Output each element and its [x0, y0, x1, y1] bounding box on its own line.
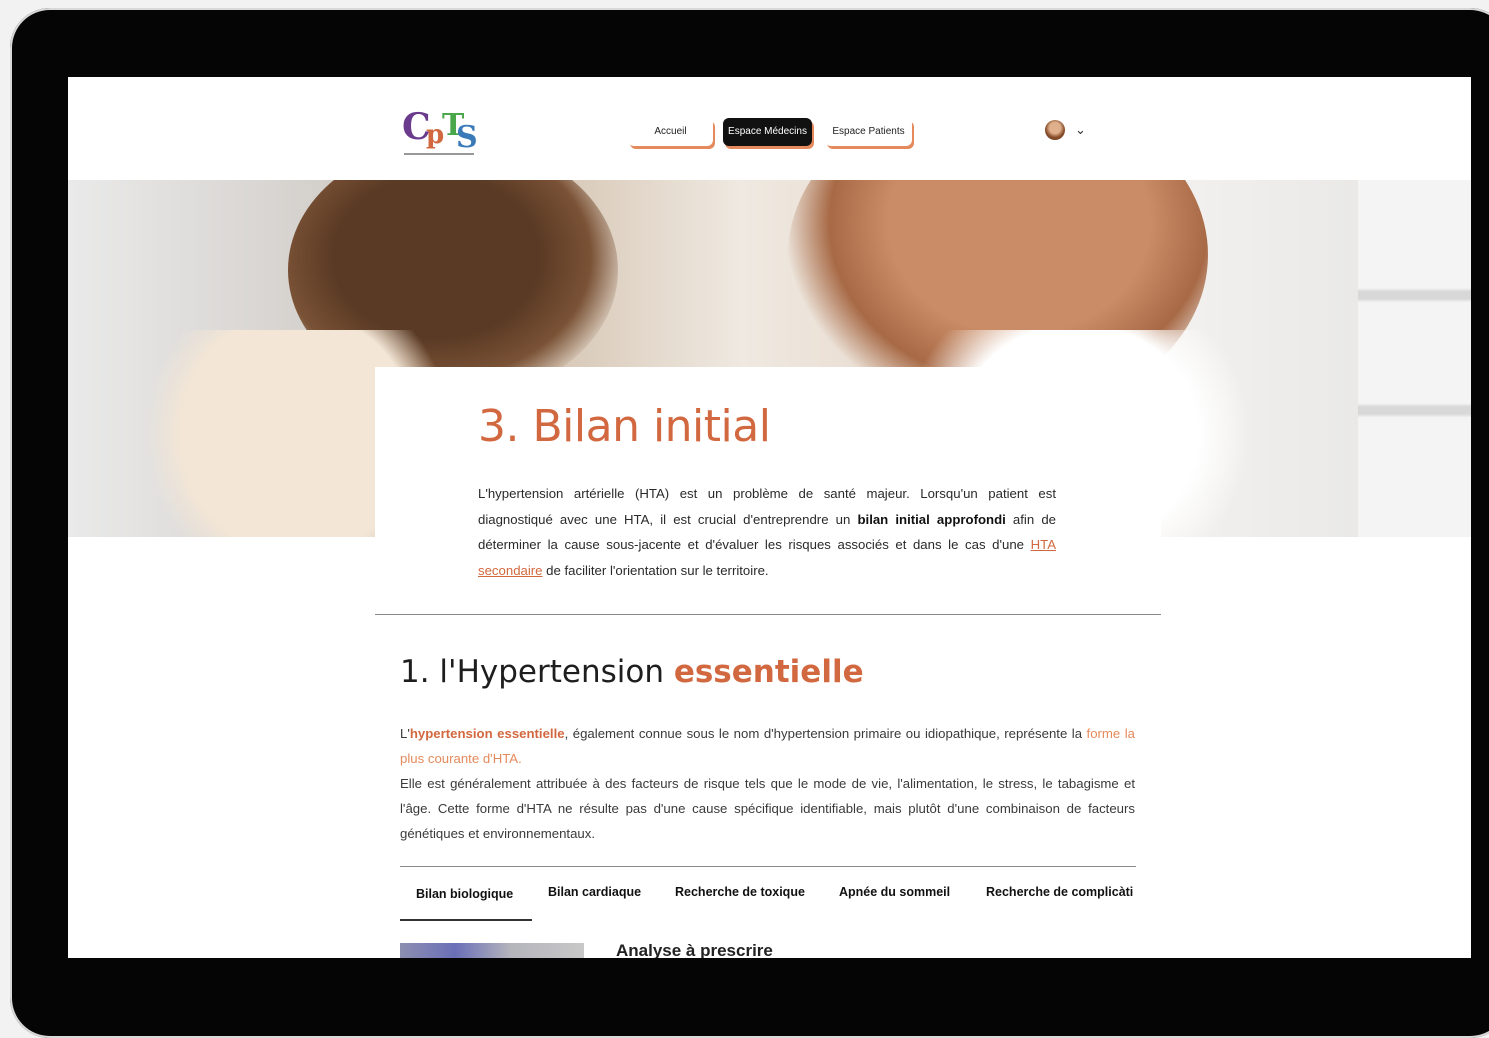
- body-start: L': [400, 726, 410, 741]
- nav-accueil[interactable]: Accueil: [628, 118, 713, 146]
- tab-apnee-sommeil[interactable]: Apnée du sommeil: [839, 885, 950, 899]
- nav-espace-medecins[interactable]: Espace Médecins: [723, 118, 812, 146]
- hero-shelf: [1358, 180, 1471, 537]
- avatar[interactable]: [1045, 120, 1065, 140]
- site-header: C p T S Accueil Espace Médecins Espace P…: [68, 77, 1471, 180]
- panel-image: [400, 943, 584, 958]
- section-title: 1. l'Hypertension essentielle: [400, 654, 864, 690]
- section-title-accent: essentielle: [673, 654, 864, 690]
- panel-title: Analyse à prescrire: [616, 941, 773, 958]
- body-paragraph-2: Elle est généralement attribuée à des fa…: [400, 776, 1135, 841]
- section-body: L'hypertension essentielle, également co…: [400, 721, 1135, 846]
- section-divider: [375, 614, 1161, 615]
- nav-espace-patients[interactable]: Espace Patients: [825, 118, 912, 146]
- intro-paragraph: L'hypertension artérielle (HTA) est un p…: [478, 481, 1056, 583]
- body-rest: , également connue sous le nom d'hyperte…: [564, 726, 1087, 741]
- page-title: 3. Bilan initial: [478, 401, 771, 452]
- active-tab-underline: [400, 919, 532, 921]
- laptop-frame: C p T S Accueil Espace Médecins Espace P…: [10, 8, 1489, 1038]
- tab-recherche-complications[interactable]: Recherche de complicàti: [986, 885, 1133, 899]
- section-title-prefix: 1. l'Hypertension: [400, 654, 674, 690]
- tab-recherche-toxique[interactable]: Recherche de toxique: [675, 885, 805, 899]
- intro-text-3: de faciliter l'orientation sur le territ…: [542, 562, 769, 578]
- intro-bold: bilan initial approfondi: [857, 511, 1006, 527]
- browser-screen: C p T S Accueil Espace Médecins Espace P…: [68, 77, 1471, 958]
- body-highlight: hypertension essentielle: [409, 726, 565, 741]
- tab-bilan-cardiaque[interactable]: Bilan cardiaque: [548, 885, 641, 899]
- tabs-divider: [400, 866, 1136, 867]
- intro-card: 3. Bilan initial L'hypertension artériel…: [375, 367, 1161, 667]
- tab-bar: Bilan biologique Bilan cardiaque Recherc…: [400, 877, 1140, 922]
- svg-text:S: S: [456, 120, 478, 155]
- chevron-down-icon[interactable]: ⌄: [1075, 122, 1086, 138]
- cpts-logo[interactable]: C p T S: [390, 95, 494, 163]
- user-menu[interactable]: ⌄: [1045, 120, 1095, 142]
- tab-bilan-biologique[interactable]: Bilan biologique: [416, 887, 513, 901]
